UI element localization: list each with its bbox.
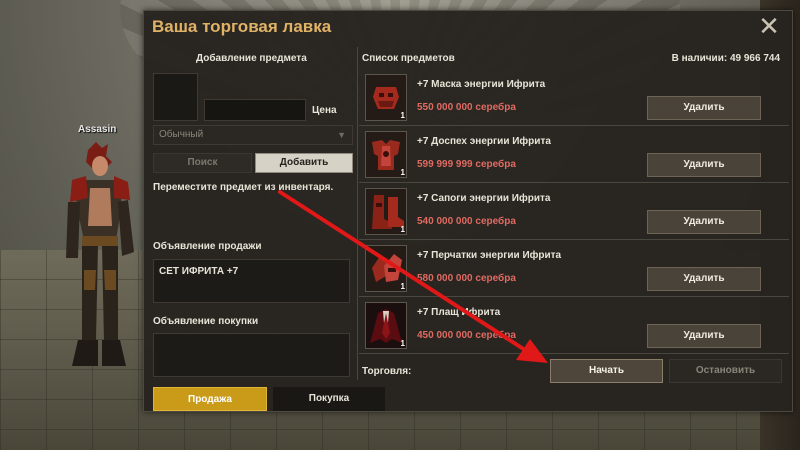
window-title: Ваша торговая лавка bbox=[152, 17, 332, 36]
list-item: 1 +7 Перчатки энергии Ифрита 580 000 000… bbox=[359, 240, 789, 297]
stop-trade-button[interactable]: Остановить bbox=[669, 359, 782, 383]
item-price: 450 000 000 серебра bbox=[417, 330, 516, 341]
grade-select[interactable]: Обычный ▼ bbox=[153, 125, 353, 145]
item-quantity: 1 bbox=[400, 339, 405, 348]
price-label: Цена bbox=[312, 105, 337, 116]
item-price: 550 000 000 серебра bbox=[417, 102, 516, 113]
gloves-icon[interactable]: 1 bbox=[365, 245, 407, 292]
section-divider bbox=[357, 47, 358, 380]
item-quantity: 1 bbox=[400, 225, 405, 234]
add-button[interactable]: Добавить bbox=[255, 153, 353, 173]
item-price: 599 999 999 серебра bbox=[417, 159, 516, 170]
item-list-title: Список предметов bbox=[362, 53, 455, 64]
buy-announcement-title: Объявление покупки bbox=[153, 316, 259, 327]
price-input[interactable] bbox=[204, 99, 306, 121]
list-item: 1 +7 Плащ Ифрита 450 000 000 серебра Уда… bbox=[359, 297, 789, 354]
item-quantity: 1 bbox=[400, 282, 405, 291]
trade-shop-window: Ваша торговая лавка ✕ Добавление предмет… bbox=[143, 10, 793, 412]
drag-hint: Переместите предмет из инвентаря. bbox=[153, 182, 334, 193]
item-quantity: 1 bbox=[400, 111, 405, 120]
cloak-icon[interactable]: 1 bbox=[365, 302, 407, 349]
delete-button[interactable]: Удалить bbox=[647, 267, 761, 291]
add-item-title: Добавление предмета bbox=[196, 53, 307, 64]
armor-icon[interactable]: 1 bbox=[365, 131, 407, 178]
delete-button[interactable]: Удалить bbox=[647, 96, 761, 120]
item-name: +7 Доспех энергии Ифрита bbox=[417, 136, 551, 147]
tab-buy[interactable]: Покупка bbox=[273, 387, 385, 411]
item-quantity: 1 bbox=[400, 168, 405, 177]
character-figure bbox=[66, 142, 134, 366]
start-trade-button[interactable]: Начать bbox=[550, 359, 663, 383]
list-item: 1 +7 Доспех энергии Ифрита 599 999 999 с… bbox=[359, 126, 789, 183]
item-name: +7 Сапоги энергии Ифрита bbox=[417, 193, 551, 204]
mask-icon[interactable]: 1 bbox=[365, 74, 407, 121]
item-drop-slot[interactable] bbox=[153, 73, 198, 121]
list-item: 1 +7 Маска энергии Ифрита 550 000 000 се… bbox=[359, 69, 789, 126]
buy-announcement-input[interactable] bbox=[153, 333, 350, 377]
sell-announcement-title: Объявление продажи bbox=[153, 241, 262, 252]
item-price: 540 000 000 серебра bbox=[417, 216, 516, 227]
character-nameplate: Assasin bbox=[78, 124, 117, 135]
item-name: +7 Маска энергии Ифрита bbox=[417, 79, 546, 90]
item-name: +7 Перчатки энергии Ифрита bbox=[417, 250, 562, 261]
item-price: 580 000 000 серебра bbox=[417, 273, 516, 284]
list-item: 1 +7 Сапоги энергии Ифрита 540 000 000 с… bbox=[359, 183, 789, 240]
grade-select-value: Обычный bbox=[159, 129, 204, 140]
item-name: +7 Плащ Ифрита bbox=[417, 307, 501, 318]
close-icon[interactable]: ✕ bbox=[758, 13, 780, 39]
chevron-down-icon: ▼ bbox=[337, 130, 346, 140]
delete-button[interactable]: Удалить bbox=[647, 210, 761, 234]
delete-button[interactable]: Удалить bbox=[647, 324, 761, 348]
boots-icon[interactable]: 1 bbox=[365, 188, 407, 235]
sell-announcement-input[interactable]: СЕТ ИФРИТА +7 bbox=[153, 259, 350, 303]
silver-balance: В наличии: 49 966 744 bbox=[671, 53, 780, 64]
tab-sell[interactable]: Продажа bbox=[153, 387, 267, 411]
delete-button[interactable]: Удалить bbox=[647, 153, 761, 177]
trade-label: Торговля: bbox=[362, 366, 412, 377]
search-button[interactable]: Поиск bbox=[153, 153, 252, 173]
player-character[interactable] bbox=[58, 140, 138, 380]
